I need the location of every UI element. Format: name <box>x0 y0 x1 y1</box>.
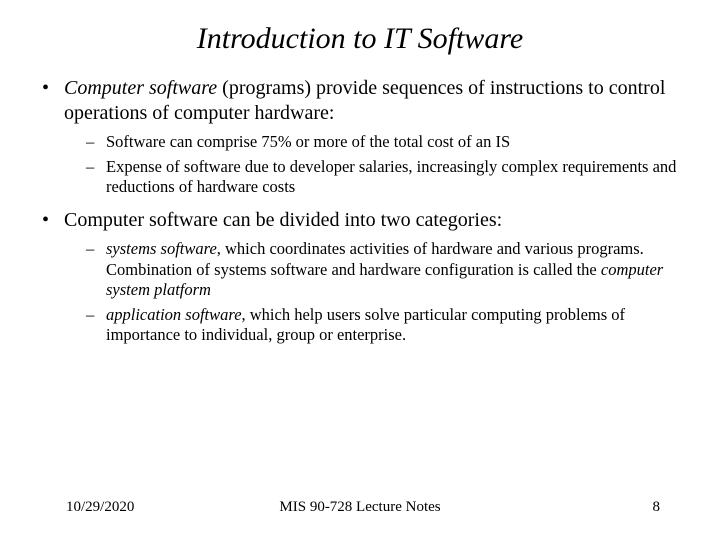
footer-page-number: 8 <box>653 499 661 516</box>
bullet-2-text: Computer software can be divided into tw… <box>64 209 502 231</box>
slide-title: Introduction to IT Software <box>36 22 684 56</box>
bullet-2-sub-2-ital: application software <box>106 305 242 324</box>
bullet-2: Computer software can be divided into tw… <box>36 208 684 346</box>
footer: 10/29/2020 MIS 90-728 Lecture Notes 8 <box>0 499 720 516</box>
bullet-2-sub-1: systems software, which coordinates acti… <box>64 239 684 301</box>
bullet-1-sublist: Software can comprise 75% or more of the… <box>64 132 684 198</box>
bullet-2-sub-1-ital: systems software <box>106 239 217 258</box>
bullet-1-sub-1: Software can comprise 75% or more of the… <box>64 132 684 153</box>
slide: Introduction to IT Software Computer sof… <box>0 0 720 540</box>
bullet-2-sublist: systems software, which coordinates acti… <box>64 239 684 346</box>
bullet-1-sub-2: Expense of software due to developer sal… <box>64 157 684 198</box>
bullet-1: Computer software (programs) provide seq… <box>36 76 684 198</box>
bullet-2-sub-2: application software, which help users s… <box>64 305 684 346</box>
footer-center: MIS 90-728 Lecture Notes <box>279 499 440 516</box>
bullet-list: Computer software (programs) provide seq… <box>36 76 684 346</box>
bullet-1-lead-ital: Computer software <box>64 77 217 99</box>
footer-date: 10/29/2020 <box>66 499 134 516</box>
